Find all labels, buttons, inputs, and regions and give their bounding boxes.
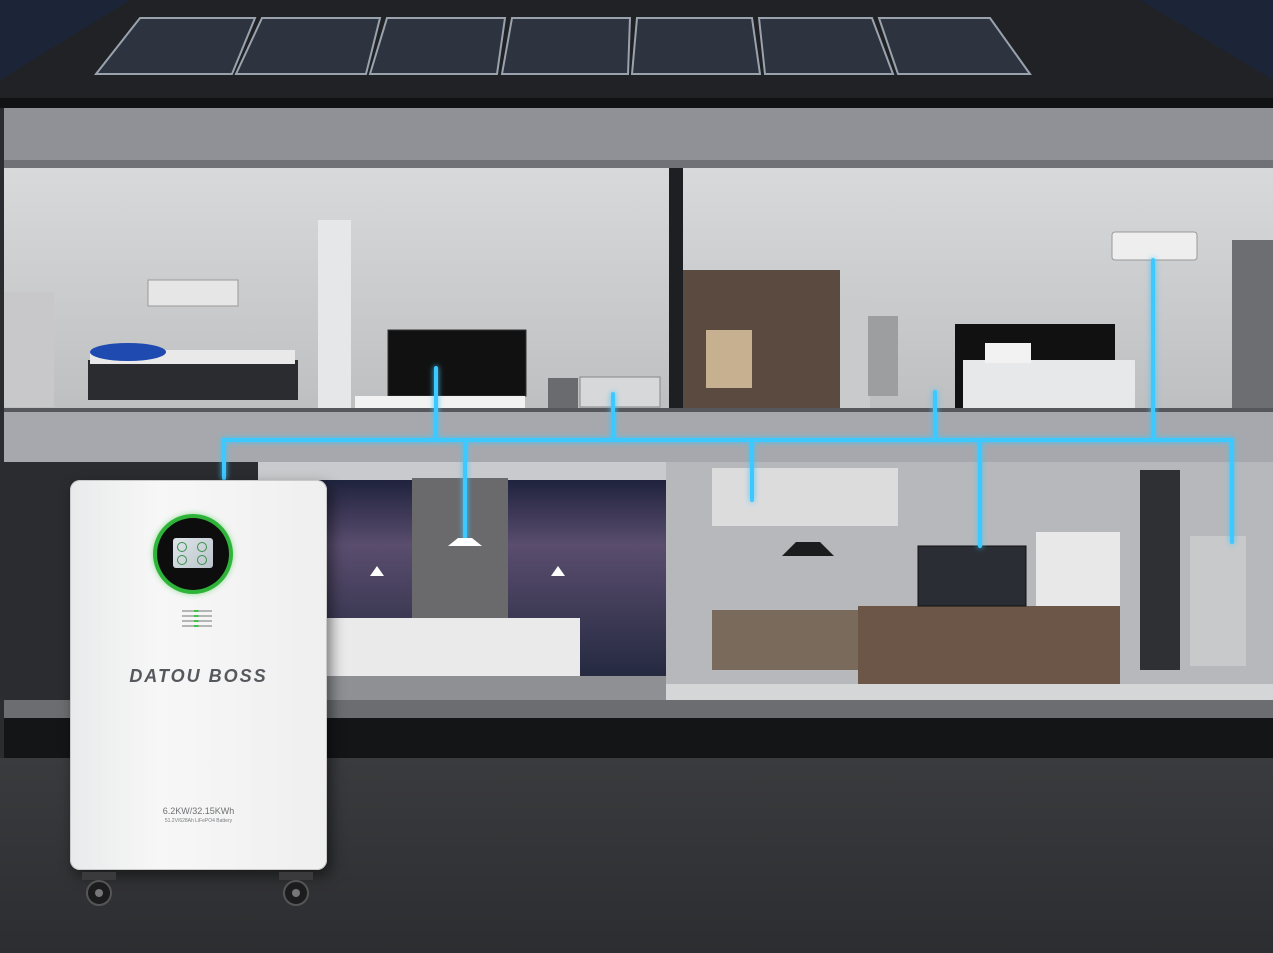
- house-cutaway-scene: DATOU BOSS 6.2KW/32.15KWh 51.2V/628Ah Li…: [0, 0, 1273, 953]
- battery-screen: [173, 538, 213, 568]
- stone-fireplace-wall: [412, 478, 508, 618]
- kitchen-island: [858, 606, 1120, 684]
- bed-left: [88, 343, 298, 400]
- caster-wheel-left: [82, 872, 116, 906]
- sofa: [325, 618, 580, 680]
- battery-unit: DATOU BOSS 6.2KW/32.15KWh 51.2V/628Ah Li…: [70, 480, 327, 870]
- floor-slab: [4, 408, 1273, 462]
- battery-display: [157, 518, 229, 590]
- capacity-label: 6.2KW/32.15KWh: [162, 806, 235, 816]
- cell-spec-label: 51.2V/628Ah LiFePO4 Battery: [164, 818, 233, 824]
- brand-logo: DATOU BOSS: [129, 666, 268, 686]
- caster-wheel-right: [279, 872, 313, 906]
- bed-right: [955, 324, 1135, 409]
- status-leds: [182, 607, 212, 630]
- air-conditioner-icon: [1111, 231, 1198, 261]
- solar-panel-icon: [93, 17, 1032, 75]
- roof-fascia: [4, 108, 1273, 160]
- oven-screen: [917, 545, 1027, 607]
